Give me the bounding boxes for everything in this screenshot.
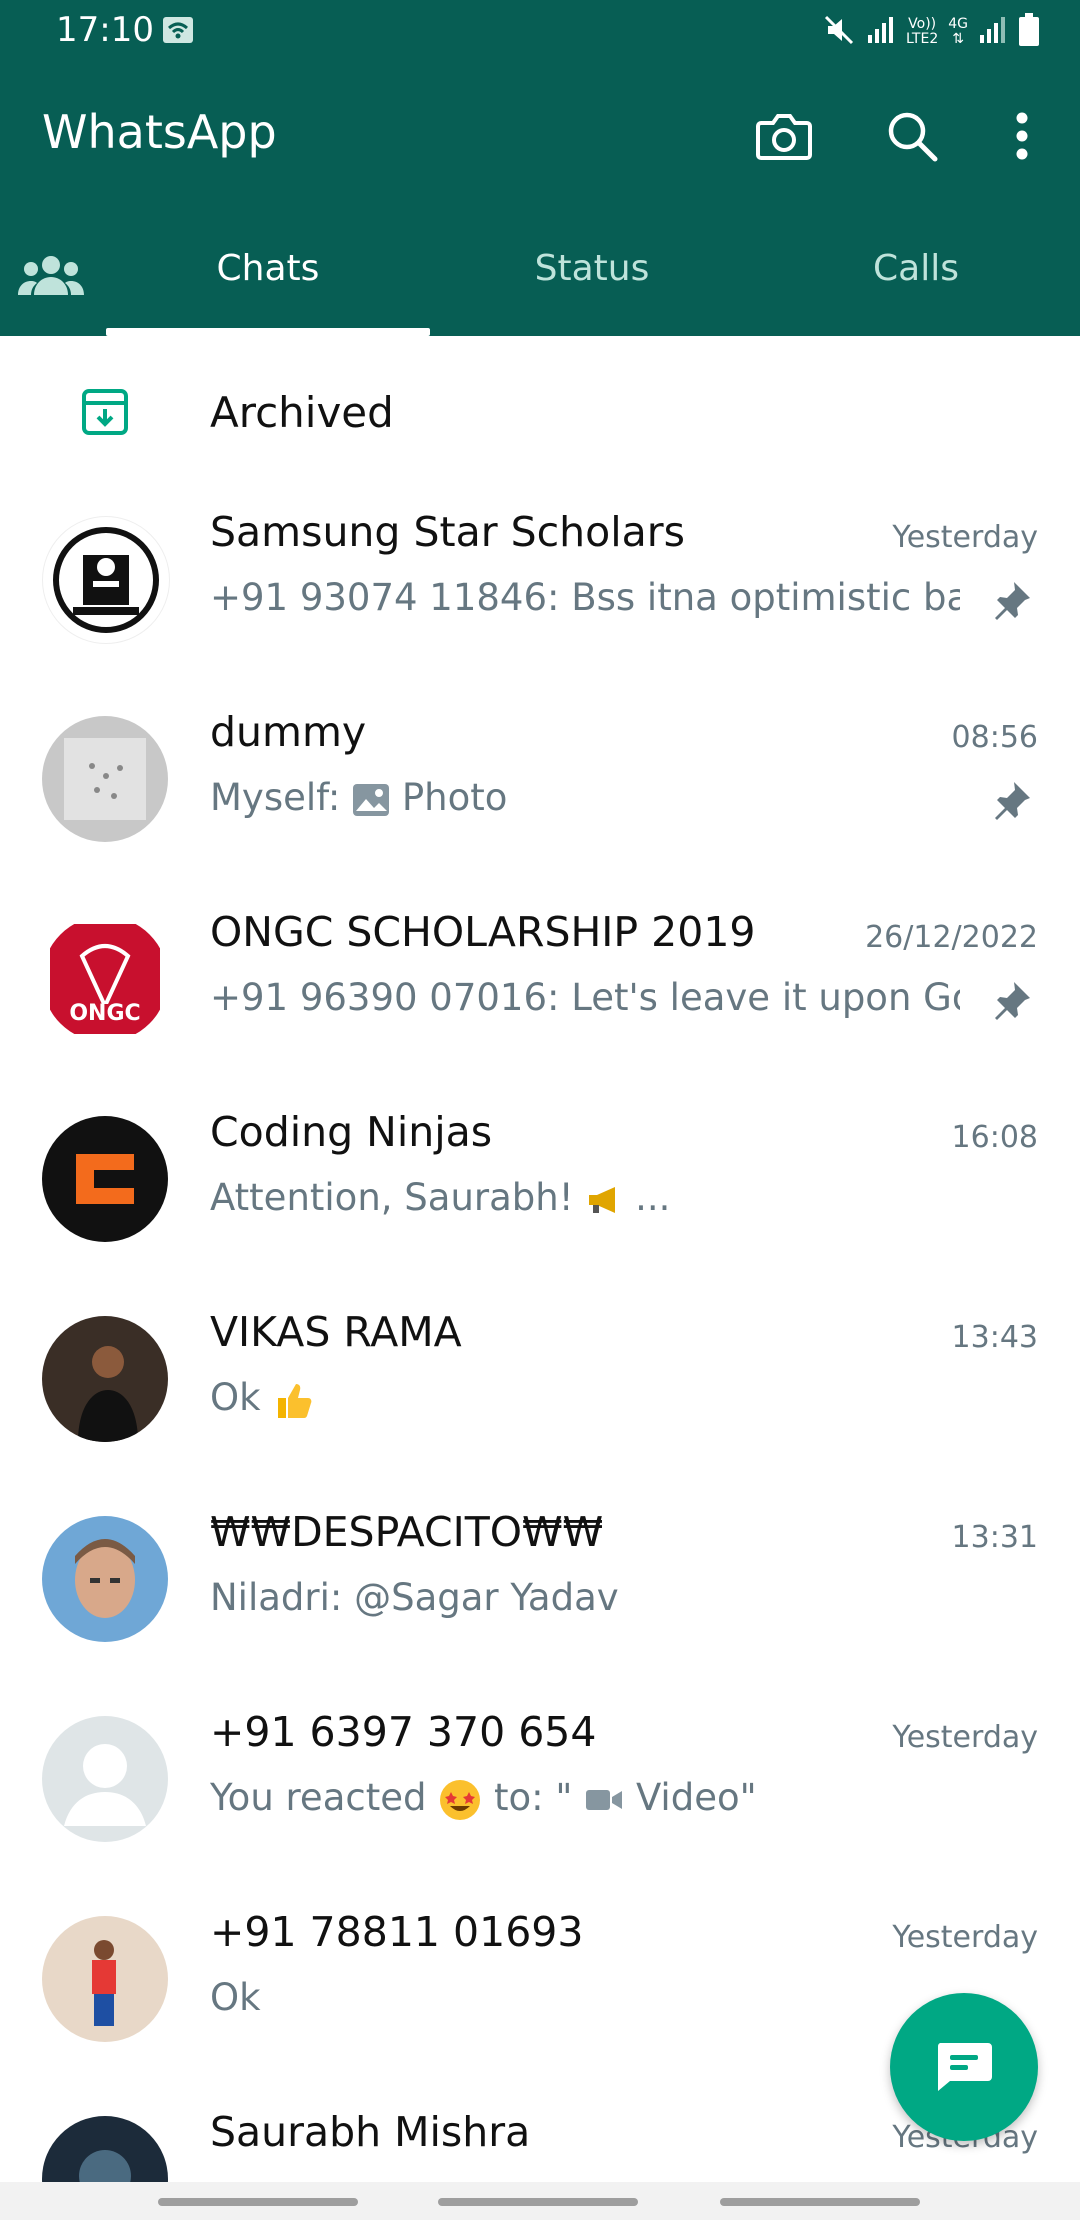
signal-icon — [866, 15, 896, 49]
back-nav-pill[interactable] — [720, 2198, 920, 2206]
chat-preview: Ok — [210, 1976, 261, 2019]
chat-time: 13:31 — [951, 1520, 1038, 1555]
chat-name: VIKAS RAMA — [210, 1308, 462, 1356]
preview-text: Ok — [210, 1376, 261, 1419]
preview-text: Attention, Saurabh! — [210, 1176, 574, 1219]
default-avatar-icon — [42, 1716, 168, 1842]
system-navigation-bar — [0, 2182, 1080, 2220]
search-icon — [888, 112, 938, 162]
chat-name: +91 6397 370 654 — [210, 1708, 597, 1756]
group-avatar — [42, 1516, 168, 1642]
chat-name: Samsung Star Scholars — [210, 508, 685, 556]
preview-video: Video" — [635, 1776, 757, 1819]
contact-avatar — [42, 2116, 168, 2182]
pin-icon — [992, 580, 1032, 624]
status-time: 17:10 — [56, 10, 154, 50]
group-avatar — [42, 516, 170, 644]
active-tab-indicator — [106, 328, 430, 336]
chat-name: dummy — [210, 708, 367, 756]
chat-time: 26/12/2022 — [865, 920, 1038, 955]
home-nav-pill[interactable] — [438, 2198, 638, 2206]
community-icon — [18, 256, 84, 295]
more-options-button[interactable] — [986, 100, 1058, 172]
chat-time: Yesterday — [892, 520, 1038, 555]
group-avatar — [42, 716, 168, 842]
contact-avatar — [42, 1916, 168, 2042]
chat-row[interactable]: Coding Ninjas 16:08 Attention, Saurabh! … — [0, 1100, 1080, 1300]
chat-name: Saurabh Mishra — [210, 2108, 531, 2156]
mute-icon — [822, 13, 856, 51]
preview-text: Photo — [401, 776, 508, 819]
chat-time: 08:56 — [951, 720, 1038, 755]
photo-icon — [353, 783, 390, 816]
more-vertical-icon — [1016, 112, 1028, 160]
chat-preview: You reacted to: " Video" — [210, 1776, 970, 1822]
tab-chats[interactable]: Chats — [118, 248, 418, 289]
chat-time: 13:43 — [951, 1320, 1038, 1355]
network-type: 4G ⇅ — [948, 17, 968, 47]
star-struck-emoji-icon — [440, 1779, 481, 1820]
contact-avatar — [42, 1316, 168, 1442]
group-avatar: ONGC — [42, 916, 168, 1042]
chat-row[interactable]: +91 6397 370 654 Yesterday You reacted t… — [0, 1700, 1080, 1900]
archive-icon — [80, 387, 130, 441]
pin-icon — [992, 980, 1032, 1024]
header: 17:10 Vo)) LTE2 4G ⇅ WhatsApp Chats Stat… — [0, 0, 1080, 336]
chat-preview: +91 96390 07016: Let's leave it upon Go.… — [210, 976, 960, 1019]
tab-status[interactable]: Status — [442, 248, 742, 289]
camera-icon — [756, 114, 812, 160]
chat-name: ONGC SCHOLARSHIP 2019 — [210, 908, 756, 956]
thumbs-up-icon — [278, 1383, 312, 1418]
wifi-hotspot-icon — [162, 16, 194, 48]
volte-top: Vo)) — [908, 16, 937, 32]
camera-button[interactable] — [748, 100, 820, 172]
chat-name: ₩₩DESPACITO₩₩ — [210, 1508, 604, 1556]
archived-label: Archived — [210, 388, 394, 437]
data-arrows-icon: ⇅ — [952, 31, 964, 47]
chat-row[interactable]: ₩₩DESPACITO₩₩ 13:31 Niladri: @Sagar Yada… — [0, 1500, 1080, 1700]
preview-suffix: ... — [635, 1176, 671, 1219]
chat-row[interactable]: ONGC ONGC SCHOLARSHIP 2019 26/12/2022 +9… — [0, 900, 1080, 1100]
video-icon — [586, 1789, 623, 1810]
chat-name: +91 78811 01693 — [210, 1908, 584, 1956]
tab-calls[interactable]: Calls — [766, 248, 1066, 289]
chat-preview: Ok — [210, 1376, 970, 1420]
network-label: 4G — [948, 16, 968, 32]
volte-bottom: LTE2 — [906, 31, 939, 47]
archived-row[interactable]: Archived — [0, 340, 1080, 490]
search-button[interactable] — [876, 100, 948, 172]
pin-icon — [992, 780, 1032, 824]
recents-nav-pill[interactable] — [158, 2198, 358, 2206]
volte-label: Vo)) LTE2 — [906, 17, 938, 47]
chat-preview: Attention, Saurabh! ... — [210, 1176, 970, 1219]
app-title: WhatsApp — [42, 105, 277, 159]
chat-row[interactable]: VIKAS RAMA 13:43 Ok — [0, 1300, 1080, 1500]
battery-icon — [1018, 13, 1040, 51]
preview-prefix: You reacted — [210, 1776, 427, 1819]
chat-row[interactable]: Samsung Star Scholars Yesterday +91 9307… — [0, 500, 1080, 700]
chat-time: 16:08 — [951, 1120, 1038, 1155]
chat-time: Yesterday — [892, 1920, 1038, 1955]
preview-sender: Myself: — [210, 776, 341, 819]
chat-name: Coding Ninjas — [210, 1108, 493, 1156]
new-chat-button[interactable] — [890, 1993, 1038, 2141]
tab-communities[interactable] — [16, 250, 86, 300]
svg-text:ONGC: ONGC — [69, 1001, 140, 1026]
new-chat-icon — [937, 2043, 992, 2091]
megaphone-icon — [589, 1186, 616, 1213]
preview-mid: to: " — [494, 1776, 573, 1819]
contact-avatar — [42, 1116, 168, 1242]
status-icons: Vo)) LTE2 4G ⇅ — [822, 10, 1040, 54]
chat-time: Yesterday — [892, 1720, 1038, 1755]
chat-row[interactable]: dummy 08:56 Myself: Photo — [0, 700, 1080, 900]
signal-icon-2 — [978, 15, 1008, 49]
chat-preview: Myself: Photo — [210, 776, 970, 819]
chat-preview: Niladri: @Sagar Yadav — [210, 1576, 619, 1619]
chat-preview: +91 93074 11846: Bss itna optimistic ba.… — [210, 576, 960, 619]
